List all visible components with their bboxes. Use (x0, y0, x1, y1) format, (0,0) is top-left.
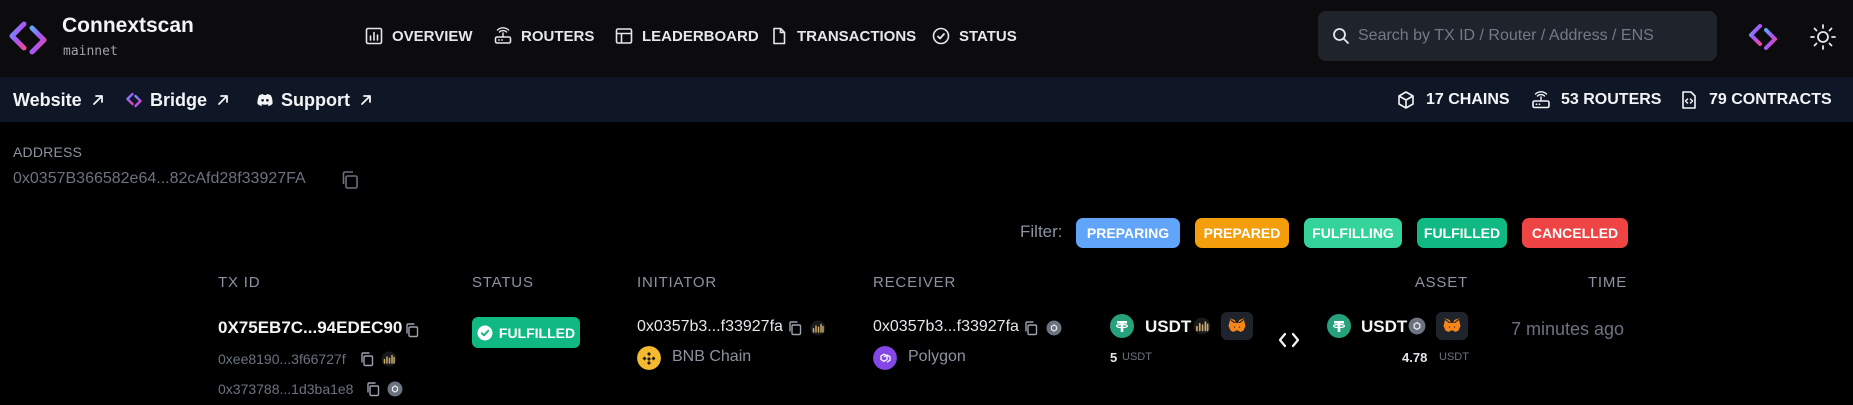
connext-bridge-icon[interactable] (1746, 20, 1780, 54)
bscscan-icon[interactable] (1193, 317, 1211, 335)
send-amount: 5 (1110, 350, 1118, 365)
column-header-txid[interactable]: TX ID (218, 274, 260, 291)
column-header-asset[interactable]: ASSET (1415, 274, 1468, 291)
address-label: ADDRESS (13, 144, 83, 160)
router-icon (1532, 91, 1550, 109)
polygonscan-icon[interactable] (1408, 317, 1426, 335)
nav-leaderboard[interactable]: LEADERBOARD (615, 25, 759, 47)
nav-overview[interactable]: OVERVIEW (365, 25, 473, 47)
metamask-icon (1228, 318, 1246, 332)
tx-id-link[interactable]: 0X75EB7C...94EDEC90 (218, 318, 402, 338)
filter-cancelled-button[interactable]: CANCELLED (1522, 218, 1628, 248)
nav-transactions[interactable]: TRANSACTIONS (770, 25, 916, 47)
routers-stat[interactable]: 53 ROUTERS (1531, 88, 1661, 112)
receive-tx-hash-link[interactable]: 0x373788...1d3ba1e8 (218, 381, 353, 397)
filter-label: Filter: (1020, 222, 1063, 241)
receive-amount: 4.78 (1402, 350, 1428, 365)
website-link[interactable]: Website (13, 89, 107, 111)
nav-routers-label: ROUTERS (521, 27, 595, 45)
copy-icon[interactable] (1023, 320, 1039, 336)
nav-overview-label: OVERVIEW (392, 27, 473, 45)
copy-icon[interactable] (340, 170, 360, 190)
bnb-chain-icon (637, 346, 661, 370)
polygonscan-icon[interactable] (387, 381, 403, 397)
nav-status-label: STATUS (959, 27, 1017, 45)
status-label: FULFILLED (498, 324, 576, 341)
contract-icon (1682, 91, 1696, 109)
chains-stat[interactable]: 17 CHAINS (1396, 88, 1510, 112)
polygon-chain-icon (873, 346, 897, 370)
external-link-icon (361, 95, 371, 105)
send-tx-hash-link[interactable]: 0xee8190...3f66727f (218, 351, 346, 367)
copy-icon[interactable] (365, 381, 381, 397)
network-label: mainnet (63, 44, 118, 59)
status-badge: FULFILLED (472, 317, 580, 348)
filter-fulfilled-button[interactable]: FULFILLED (1417, 218, 1507, 248)
contracts-stat-label: 79 CONTRACTS (1709, 91, 1832, 108)
filter-fulfilling-button[interactable]: FULFILLING (1304, 218, 1402, 248)
router-icon (494, 27, 512, 44)
copy-icon[interactable] (787, 320, 803, 336)
tx-time: 7 minutes ago (1511, 319, 1625, 339)
copy-icon[interactable] (359, 351, 375, 367)
initiator-chain-name: BNB Chain (672, 348, 752, 365)
filter-prepared-button[interactable]: PREPARED (1195, 218, 1289, 248)
search-icon (1333, 28, 1349, 44)
column-header-time[interactable]: TIME (1588, 274, 1627, 291)
status-icon (932, 27, 950, 45)
address-value: 0x0357B366582e64...82cAfd28f33927FA (13, 170, 306, 187)
polygonscan-icon[interactable] (1046, 320, 1062, 336)
copy-icon[interactable] (404, 322, 420, 338)
dashboard-icon (365, 27, 383, 45)
external-link-icon (218, 95, 228, 105)
table-icon (615, 28, 633, 44)
connext-logo-icon[interactable] (8, 18, 48, 58)
bscscan-icon[interactable] (810, 320, 826, 336)
add-to-metamask-button[interactable] (1221, 312, 1253, 340)
cube-icon (1398, 91, 1414, 109)
receiver-address-link[interactable]: 0x0357b3...f33927fa (873, 318, 1019, 336)
nav-routers[interactable]: ROUTERS (494, 25, 594, 47)
column-header-initiator[interactable]: INITIATOR (637, 274, 717, 291)
nav-leaderboard-label: LEADERBOARD (642, 27, 759, 45)
swap-arrows-icon (1278, 332, 1300, 348)
send-amount-unit: USDT (1122, 351, 1152, 363)
metamask-icon (1443, 318, 1461, 332)
secondary-bar: Website Bridge Support 17 CHAINS 53 ROUT… (0, 77, 1853, 122)
tether-icon (1327, 314, 1351, 338)
tether-icon (1110, 314, 1134, 338)
filter-preparing-button[interactable]: PREPARING (1076, 218, 1180, 248)
file-icon (773, 27, 786, 45)
sun-icon[interactable] (1806, 20, 1840, 54)
receive-asset-symbol: USDT (1361, 317, 1408, 336)
bridge-label: Bridge (150, 89, 208, 110)
search-input[interactable] (1358, 11, 1708, 61)
send-asset-symbol: USDT (1145, 317, 1192, 336)
initiator-address-link[interactable]: 0x0357b3...f33927fa (637, 318, 783, 336)
column-header-receiver[interactable]: RECEIVER (873, 274, 956, 291)
discord-icon (257, 94, 273, 106)
connext-icon (126, 92, 142, 108)
contracts-stat[interactable]: 79 CONTRACTS (1679, 88, 1832, 112)
support-link[interactable]: Support (256, 89, 375, 111)
support-label: Support (281, 89, 350, 110)
nav-transactions-label: TRANSACTIONS (797, 27, 917, 45)
add-to-metamask-button[interactable] (1436, 312, 1468, 340)
column-header-status[interactable]: STATUS (472, 274, 534, 291)
routers-stat-label: 53 ROUTERS (1561, 91, 1662, 108)
top-navbar: Connextscan mainnet OVERVIEW ROUTERS LEA… (0, 0, 1853, 77)
receiver-chain-name: Polygon (908, 348, 966, 365)
external-link-icon (92, 95, 103, 105)
check-circle-icon (477, 325, 493, 340)
nav-status[interactable]: STATUS (932, 25, 1017, 47)
chains-stat-label: 17 CHAINS (1426, 91, 1510, 108)
brand-title[interactable]: Connextscan (62, 14, 194, 38)
search-box (1318, 11, 1717, 61)
bscscan-icon[interactable] (381, 351, 397, 367)
website-label: Website (13, 89, 82, 110)
receive-amount-unit: USDT (1439, 351, 1469, 363)
bridge-link[interactable]: Bridge (125, 89, 232, 111)
